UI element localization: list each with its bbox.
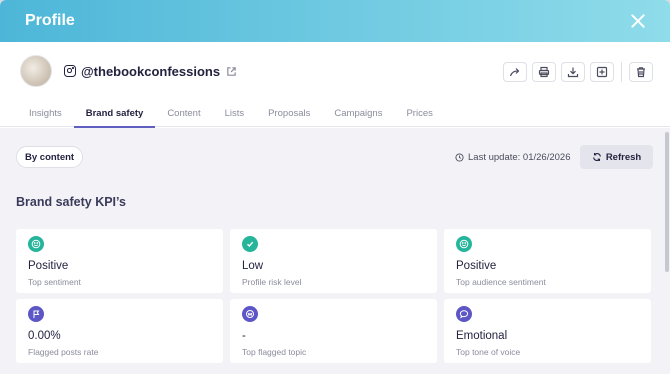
modal-title: Profile: [25, 12, 75, 29]
refresh-label: Refresh: [605, 151, 642, 163]
print-icon: [538, 66, 550, 78]
profile-handle-wrap: @thebookconfessions: [64, 64, 237, 79]
profile-actions: [498, 62, 653, 82]
kpi-card-profile-risk: Low Profile risk level: [230, 229, 437, 293]
plus-square-icon: [596, 66, 608, 78]
tab-brand-safety[interactable]: Brand safety: [73, 100, 156, 128]
refresh-icon: [592, 152, 601, 162]
kpi-value: -: [242, 330, 246, 342]
actions-divider: [621, 62, 622, 82]
profile-handle: @thebookconfessions: [81, 63, 221, 79]
section-title: Brand safety KPI’s: [16, 195, 126, 209]
share-button[interactable]: [503, 62, 527, 82]
speech-bubble-icon: [456, 306, 472, 322]
kpi-card-flagged-posts-rate: 0.00% Flagged posts rate: [16, 299, 223, 363]
tab-proposals[interactable]: Proposals: [256, 100, 322, 127]
flag-icon: [28, 306, 44, 322]
kpi-value: Low: [242, 260, 264, 272]
trash-icon: [637, 67, 645, 78]
topic-icon: [242, 306, 258, 322]
last-update-text: Last update: 01/26/2026: [468, 152, 571, 163]
smile-icon: [456, 236, 472, 252]
scrollbar-thumb[interactable]: [665, 132, 669, 272]
profile-tabs: Insights Brand safety Content Lists Prop…: [0, 100, 670, 128]
download-button[interactable]: [561, 62, 585, 82]
kpi-value: Emotional: [456, 330, 508, 342]
kpi-value: Positive: [28, 260, 69, 272]
share-icon: [509, 68, 520, 77]
scrollbar[interactable]: [664, 128, 670, 374]
kpi-label: Top audience sentiment: [456, 277, 546, 287]
print-button[interactable]: [532, 62, 556, 82]
modal-header: Profile: [0, 0, 670, 42]
external-link-icon[interactable]: [226, 66, 237, 77]
profile-modal: Profile @thebookconfessions Insights Bra…: [0, 0, 670, 374]
kpi-label: Top sentiment: [28, 277, 81, 287]
delete-button[interactable]: [629, 62, 653, 82]
kpi-card-audience-sentiment: Positive Top audience sentiment: [444, 229, 651, 293]
instagram-icon: [64, 65, 76, 77]
add-to-list-button[interactable]: [590, 62, 614, 82]
brand-safety-panel: By content Last update: 01/26/2026 Refre…: [0, 128, 664, 374]
refresh-button[interactable]: Refresh: [580, 145, 653, 169]
kpi-label: Profile risk level: [242, 277, 302, 287]
tab-campaigns[interactable]: Campaigns: [322, 100, 394, 127]
close-icon[interactable]: [630, 13, 646, 29]
check-icon: [242, 236, 258, 252]
clock-icon: [455, 153, 464, 162]
tab-prices[interactable]: Prices: [394, 100, 444, 127]
tab-insights[interactable]: Insights: [17, 100, 74, 127]
last-update: Last update: 01/26/2026: [455, 152, 570, 163]
kpi-card-flagged-topic: - Top flagged topic: [230, 299, 437, 363]
tab-lists[interactable]: Lists: [213, 100, 257, 127]
kpi-label: Top flagged topic: [242, 347, 307, 357]
kpi-value: 0.00%: [28, 330, 61, 342]
kpi-card-tone-of-voice: Emotional Top tone of voice: [444, 299, 651, 363]
avatar: [20, 55, 52, 87]
kpi-value: Positive: [456, 260, 497, 272]
kpi-label: Top tone of voice: [456, 347, 521, 357]
tab-content[interactable]: Content: [155, 100, 212, 127]
kpi-label: Flagged posts rate: [28, 347, 99, 357]
kpi-card-top-sentiment: Positive Top sentiment: [16, 229, 223, 293]
smile-icon: [28, 236, 44, 252]
download-icon: [567, 67, 579, 78]
by-content-filter[interactable]: By content: [16, 146, 84, 168]
